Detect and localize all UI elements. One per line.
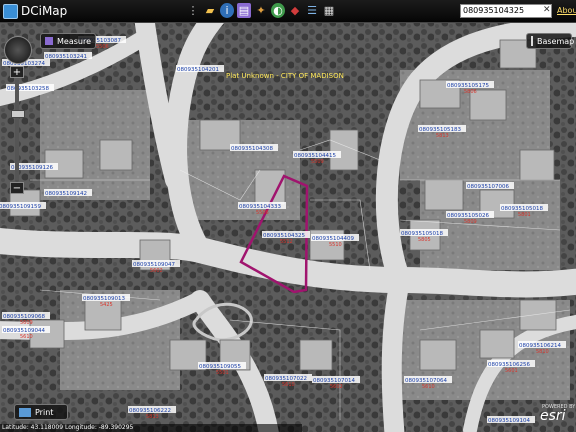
parcel-address: 5601: [505, 368, 518, 374]
measure-tool-icon[interactable]: ▤: [237, 3, 251, 18]
basemap-button[interactable]: Basemap: [526, 33, 575, 49]
measure-label: Measure: [57, 36, 91, 46]
zoom-thumb[interactable]: [11, 110, 25, 118]
parcel-label[interactable]: 080935104308: [230, 144, 278, 152]
parcel-address: 5609: [20, 320, 33, 326]
parcel-address: 5501: [216, 370, 229, 376]
globe-icon[interactable]: ◐: [271, 3, 285, 18]
print-button[interactable]: Print: [14, 404, 68, 420]
parcel-address: 5810: [536, 349, 549, 355]
layers-icon[interactable]: ◆: [288, 3, 302, 18]
parcel-address: 5425: [100, 302, 113, 308]
parcel-address: 5506: [256, 210, 269, 216]
pan-navigation-control[interactable]: [4, 36, 32, 64]
parcel-label[interactable]: 080935103241: [44, 52, 92, 60]
zoom-slider[interactable]: + −: [10, 66, 25, 196]
folder-icon[interactable]: ▰: [203, 3, 217, 18]
printer-icon: [19, 407, 31, 417]
parcel-id: 080935103241: [45, 54, 87, 60]
aerial-map[interactable]: Plat Unknown - CITY OF MADISON 080935104…: [0, 0, 576, 432]
coordinate-readout: Latitude: 43.118009 Longitude: -89.39029…: [0, 424, 302, 432]
parcel-address: 5801: [518, 212, 531, 218]
zoom-out-button[interactable]: −: [10, 182, 24, 194]
parcel-address: 5610: [282, 382, 295, 388]
parcel-address: 5510: [329, 242, 342, 248]
parcel-address: 5602: [330, 384, 343, 390]
parcel-label[interactable]: 080935109142: [44, 189, 92, 197]
basemap-icon: [531, 36, 533, 46]
parcel-address: 5610: [422, 384, 435, 390]
dcimap-logo-icon: [3, 3, 18, 19]
tool-icons: ⋮ ▰ i ▤ ✦ ◐ ◆ ☰ ▦: [186, 3, 336, 18]
parcel-address: 5512: [280, 239, 293, 245]
parcel-address: 5506: [96, 44, 109, 50]
parcel-address: 5610: [20, 334, 33, 340]
parcel-label[interactable]: 080935104201: [176, 65, 224, 73]
parcel-address: 5805: [418, 237, 431, 243]
parcel-address: 5809: [464, 219, 477, 225]
parcel-label[interactable]: 080935109159: [0, 202, 46, 210]
parcel-id: 080935109142: [45, 191, 87, 197]
tools-icon[interactable]: ✦: [254, 3, 268, 18]
table-icon[interactable]: ☰: [305, 3, 319, 18]
parcel-address: 5813: [436, 133, 449, 139]
esri-logo: esri: [540, 408, 566, 424]
parcel-id: 080935104308: [231, 146, 273, 152]
info-icon[interactable]: i: [220, 3, 234, 18]
ruler-icon: [45, 37, 53, 45]
basemap-label: Basemap: [537, 36, 575, 46]
parcel-address: 5602: [150, 268, 163, 274]
parcel-address: 5813: [146, 414, 159, 420]
grip-icon[interactable]: ⋮: [186, 3, 200, 18]
parcel-search-input[interactable]: 080935104325: [460, 4, 552, 18]
parcel-address: 5509: [311, 159, 324, 165]
measure-button[interactable]: Measure: [40, 33, 96, 49]
legend-icon[interactable]: ▦: [322, 3, 336, 18]
plat-label: Plat Unknown - CITY OF MADISON: [226, 72, 344, 80]
top-toolbar: DCiMap ⋮ ▰ i ▤ ✦ ◐ ◆ ☰ ▦ 080935104325 ✕ …: [0, 0, 576, 23]
app-logo: DCiMap: [3, 3, 67, 19]
about-link[interactable]: About: [557, 6, 576, 15]
clear-search-icon[interactable]: ✕: [543, 5, 551, 15]
zoom-track[interactable]: [11, 80, 25, 180]
parcel-label[interactable]: 080935107006: [466, 182, 514, 190]
parcel-address: 5806: [464, 89, 477, 95]
print-label: Print: [35, 407, 54, 417]
parcel-label[interactable]: 080935109104: [487, 416, 535, 424]
parcel-id: 080935109104: [488, 418, 530, 424]
zoom-in-button[interactable]: +: [10, 66, 24, 78]
app-title: DCiMap: [21, 4, 68, 18]
parcel-id: 080935109159: [0, 204, 41, 210]
parcel-id: 080935107006: [467, 184, 509, 190]
parcel-id: 080935104201: [177, 67, 219, 73]
